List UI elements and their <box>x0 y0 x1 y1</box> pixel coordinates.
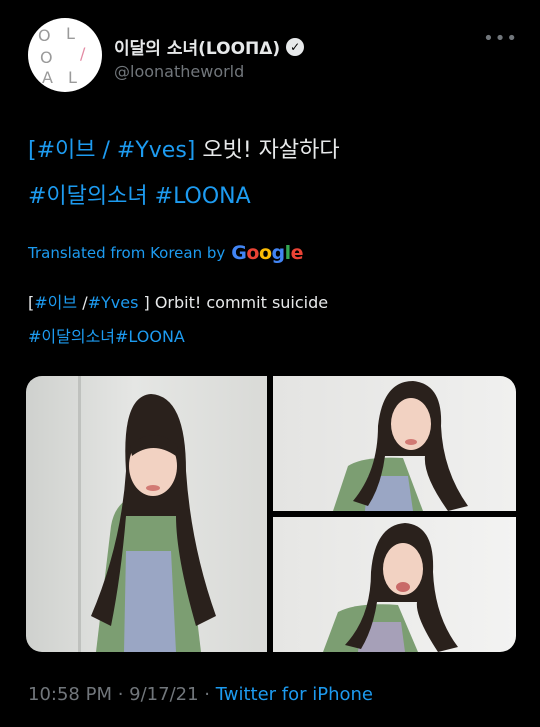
hashtag-link[interactable]: #이브 <box>34 293 77 312</box>
hashtag-link[interactable]: #LOONA <box>148 184 251 209</box>
tweet-line-2: #이달의소녀 #LOONA <box>28 174 340 220</box>
translation-line-1: [#이브 /#Yves ] Orbit! commit suicide <box>28 286 328 320</box>
name-row[interactable]: 이달의 소녀(LOOΠΔ) ✓ <box>114 34 305 59</box>
hashtag-link[interactable]: #이달의소녀 <box>28 184 148 209</box>
tweet-date[interactable]: 9/17/21 <box>129 684 198 705</box>
translation-hashtags[interactable]: #이달의소녀#LOONA <box>28 320 328 354</box>
footer-separator: · <box>111 684 130 705</box>
tweet-line-1: [#이브 / #Yves] 오빗! 자살하다 <box>28 128 340 174</box>
avatar-letter: O <box>40 48 53 67</box>
tweet-time[interactable]: 10:58 PM <box>28 684 112 705</box>
avatar[interactable]: O L / O A L <box>28 18 102 92</box>
door-frame <box>78 376 81 652</box>
avatar-letter: L <box>66 24 75 43</box>
hashtag-link[interactable]: #Yves] <box>117 138 195 163</box>
more-options-icon[interactable]: ••• <box>483 28 518 49</box>
account-handle[interactable]: @loonatheworld <box>114 62 244 81</box>
person-photo <box>91 394 216 652</box>
avatar-letter: O <box>38 26 51 45</box>
translation-separator: / <box>77 293 88 312</box>
tweet-source-link[interactable]: Twitter for iPhone <box>216 684 373 705</box>
tweet-text: [#이브 / #Yves] 오빗! 자살하다 #이달의소녀 #LOONA <box>28 128 340 220</box>
media-grid <box>26 376 516 652</box>
person-photo <box>333 381 468 511</box>
footer-separator: · <box>198 684 216 705</box>
translation-label: Translated from Korean by <box>28 244 226 262</box>
avatar-letter: / <box>80 44 86 63</box>
tweet-footer: 10:58 PM · 9/17/21 · Twitter for iPhone <box>28 684 373 705</box>
person-photo <box>323 523 458 652</box>
photo-3[interactable] <box>273 517 516 652</box>
hashtag-link[interactable]: [#이브 <box>28 138 96 163</box>
google-logo: Google <box>231 242 304 264</box>
tweet-separator: / <box>95 138 117 163</box>
translated-text: [#이브 /#Yves ] Orbit! commit suicide #이달의… <box>28 286 328 354</box>
tweet-body-text: 오빗! 자살하다 <box>195 138 340 163</box>
translation-attribution[interactable]: Translated from Korean by Google <box>28 242 304 264</box>
avatar-letter: L <box>68 68 77 87</box>
display-name[interactable]: 이달의 소녀(LOOΠΔ) <box>114 34 280 59</box>
translation-body-text: ] Orbit! commit suicide <box>138 293 329 312</box>
photo-1[interactable] <box>26 376 267 652</box>
hashtag-link[interactable]: #Yves <box>88 293 139 312</box>
avatar-letter: A <box>42 68 53 87</box>
tweet-header: O L / O A L 이달의 소녀(LOOΠΔ) ✓ @loonathewor… <box>28 18 518 108</box>
photo-2[interactable] <box>273 376 516 511</box>
verified-badge-icon: ✓ <box>286 37 305 56</box>
